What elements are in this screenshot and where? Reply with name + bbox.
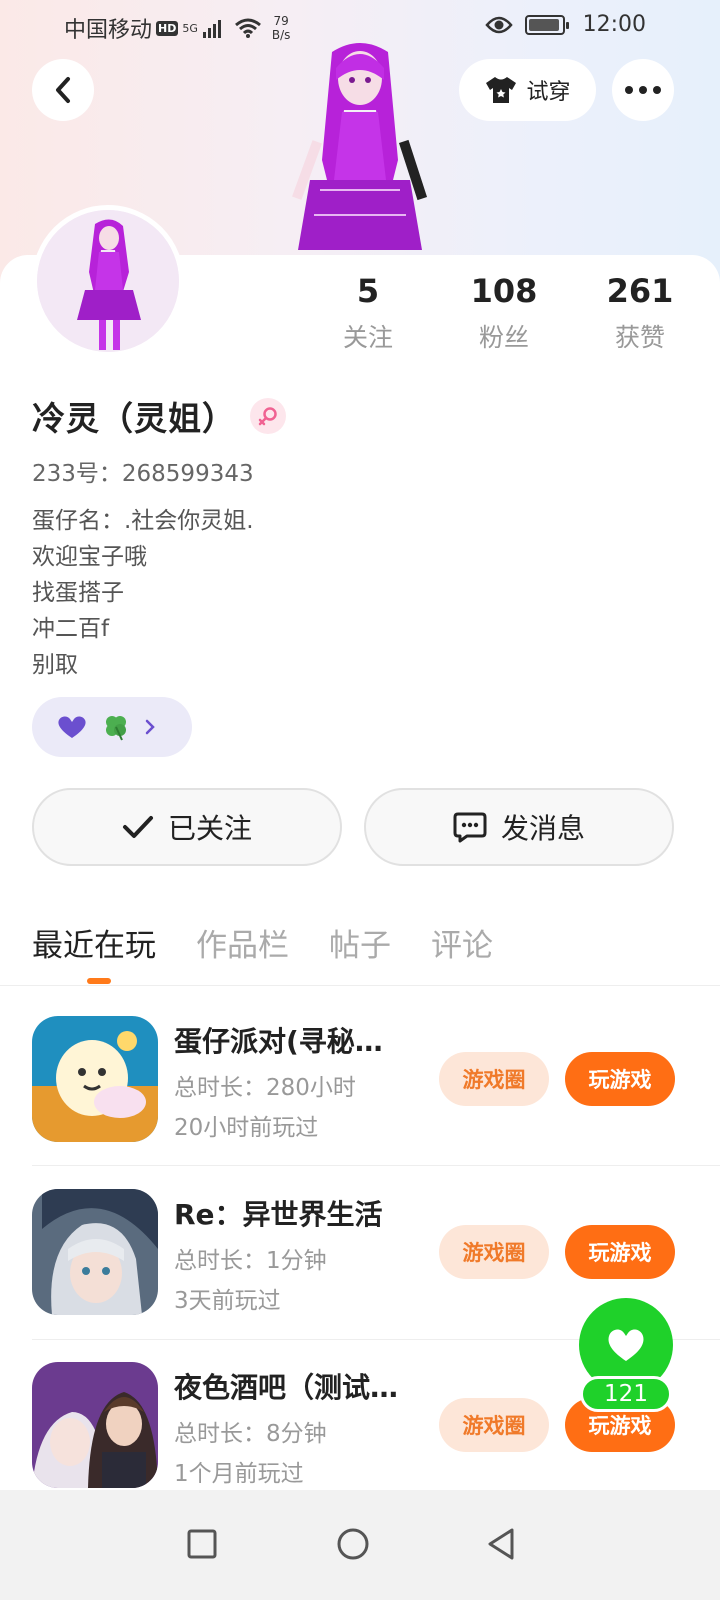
- system-navigation-bar: [0, 1490, 720, 1600]
- more-button[interactable]: [612, 59, 674, 121]
- square-icon: [187, 1529, 217, 1559]
- stat-value: 261: [606, 272, 674, 310]
- tshirt-icon: [486, 77, 517, 103]
- game-list-item[interactable]: Re：异世界生活 总时长：1分钟 3天前玩过 游戏圈 玩游戏: [32, 1189, 688, 1315]
- bio-line: 欢迎宝子哦: [32, 544, 147, 570]
- play-game-button[interactable]: 玩游戏: [565, 1225, 675, 1279]
- followed-button[interactable]: 已关注: [32, 788, 342, 866]
- game-last-played: 20小时前玩过: [174, 1115, 319, 1141]
- avatar-character-figure: [292, 43, 428, 250]
- avatar-figure: [37, 210, 179, 352]
- bio-line: 蛋仔名：.社会你灵姐.: [32, 508, 254, 534]
- heart-icon: [608, 1329, 644, 1361]
- chevron-right-icon: [145, 719, 155, 735]
- tab-recently-played[interactable]: 最近在玩: [32, 920, 156, 965]
- game-last-played: 3天前玩过: [174, 1288, 281, 1314]
- tab-works[interactable]: 作品栏: [196, 920, 289, 965]
- send-message-button[interactable]: 发消息: [364, 788, 674, 866]
- game-total-duration: 总时长：1分钟: [174, 1248, 327, 1274]
- recent-apps-button[interactable]: [172, 1514, 232, 1574]
- game-last-played: 1个月前玩过: [174, 1461, 304, 1487]
- network-speed: 79 B/s: [272, 14, 291, 42]
- game-icon-re-zero: [32, 1189, 158, 1315]
- chat-bubble-icon: [453, 812, 487, 843]
- active-tab-indicator: [87, 978, 111, 984]
- bio-line: 冲二百f: [32, 616, 110, 642]
- stat-value: 108: [470, 272, 538, 310]
- purple-heart-icon: [58, 716, 86, 738]
- user-id: 233号：268599343: [32, 461, 254, 487]
- stat-likes[interactable]: 261 获赞: [572, 272, 708, 354]
- more-dots-icon: [625, 86, 661, 94]
- stat-label: 粉丝: [478, 323, 529, 352]
- speed-value: 79: [273, 14, 289, 28]
- game-circle-button[interactable]: 游戏圈: [439, 1052, 549, 1106]
- battery-icon: [524, 14, 569, 35]
- try-on-label: 试穿: [526, 80, 571, 105]
- stat-value: 5: [356, 272, 380, 310]
- game-circle-button[interactable]: 游戏圈: [439, 1398, 549, 1452]
- chevron-left-icon: [56, 77, 70, 103]
- stats-row: 5 关注 108 粉丝 261 获赞: [300, 272, 710, 354]
- wifi-icon: [234, 18, 261, 38]
- clover-icon: [106, 716, 126, 741]
- carrier-name: 中国移动: [64, 18, 153, 43]
- content-tabs: 最近在玩 作品栏 帖子 评论: [32, 920, 493, 965]
- nav-back-button[interactable]: [471, 1514, 531, 1574]
- circle-icon: [337, 1528, 369, 1560]
- game-icon-night-bar: [32, 1362, 158, 1488]
- bio: 蛋仔名：.社会你灵姐. 欢迎宝子哦 找蛋搭子 冲二百f 别取: [32, 503, 254, 683]
- play-game-button[interactable]: 玩游戏: [565, 1052, 675, 1106]
- clock: 12:00: [582, 12, 646, 37]
- eye-icon: [484, 16, 513, 33]
- bio-line: 别取: [32, 652, 78, 678]
- home-button[interactable]: [323, 1514, 383, 1574]
- game-title: 蛋仔派对(寻秘…: [174, 1025, 383, 1058]
- send-message-label: 发消息: [500, 812, 585, 845]
- network-type: 5G: [182, 21, 198, 35]
- game-total-duration: 总时长：8分钟: [174, 1421, 327, 1447]
- user-name: 冷灵（灵姐）: [32, 399, 236, 438]
- bio-line: 找蛋搭子: [32, 580, 124, 606]
- tab-comments[interactable]: 评论: [431, 920, 493, 965]
- like-count-badge: 121: [580, 1376, 672, 1412]
- game-list-item[interactable]: 蛋仔派对(寻秘… 总时长：280小时 20小时前玩过 游戏圈 玩游戏: [32, 1016, 688, 1142]
- stat-fans[interactable]: 108 粉丝: [436, 272, 572, 354]
- followed-label: 已关注: [167, 812, 252, 845]
- game-icon-eggy-party: [32, 1016, 158, 1142]
- divider: [0, 985, 720, 986]
- try-on-button[interactable]: 试穿: [459, 59, 596, 121]
- name-row: 冷灵（灵姐）: [32, 392, 286, 440]
- game-total-duration: 总时长：280小时: [174, 1075, 356, 1101]
- signal-icon: [202, 20, 221, 38]
- triangle-back-icon: [488, 1528, 514, 1560]
- stat-following[interactable]: 5 关注: [300, 272, 436, 354]
- stat-label: 获赞: [614, 323, 665, 352]
- back-button[interactable]: [32, 59, 94, 121]
- tab-posts[interactable]: 帖子: [329, 920, 391, 965]
- game-title: Re：异世界生活: [174, 1198, 383, 1231]
- check-icon: [122, 816, 153, 838]
- avatar[interactable]: [32, 205, 184, 357]
- stat-label: 关注: [342, 323, 393, 352]
- divider: [32, 1165, 720, 1166]
- game-circle-button[interactable]: 游戏圈: [439, 1225, 549, 1279]
- game-title: 夜色酒吧（测试…: [174, 1371, 399, 1404]
- badge-pill[interactable]: [32, 697, 192, 757]
- hd-badge: HD: [156, 20, 179, 36]
- female-gender-icon: [250, 398, 286, 434]
